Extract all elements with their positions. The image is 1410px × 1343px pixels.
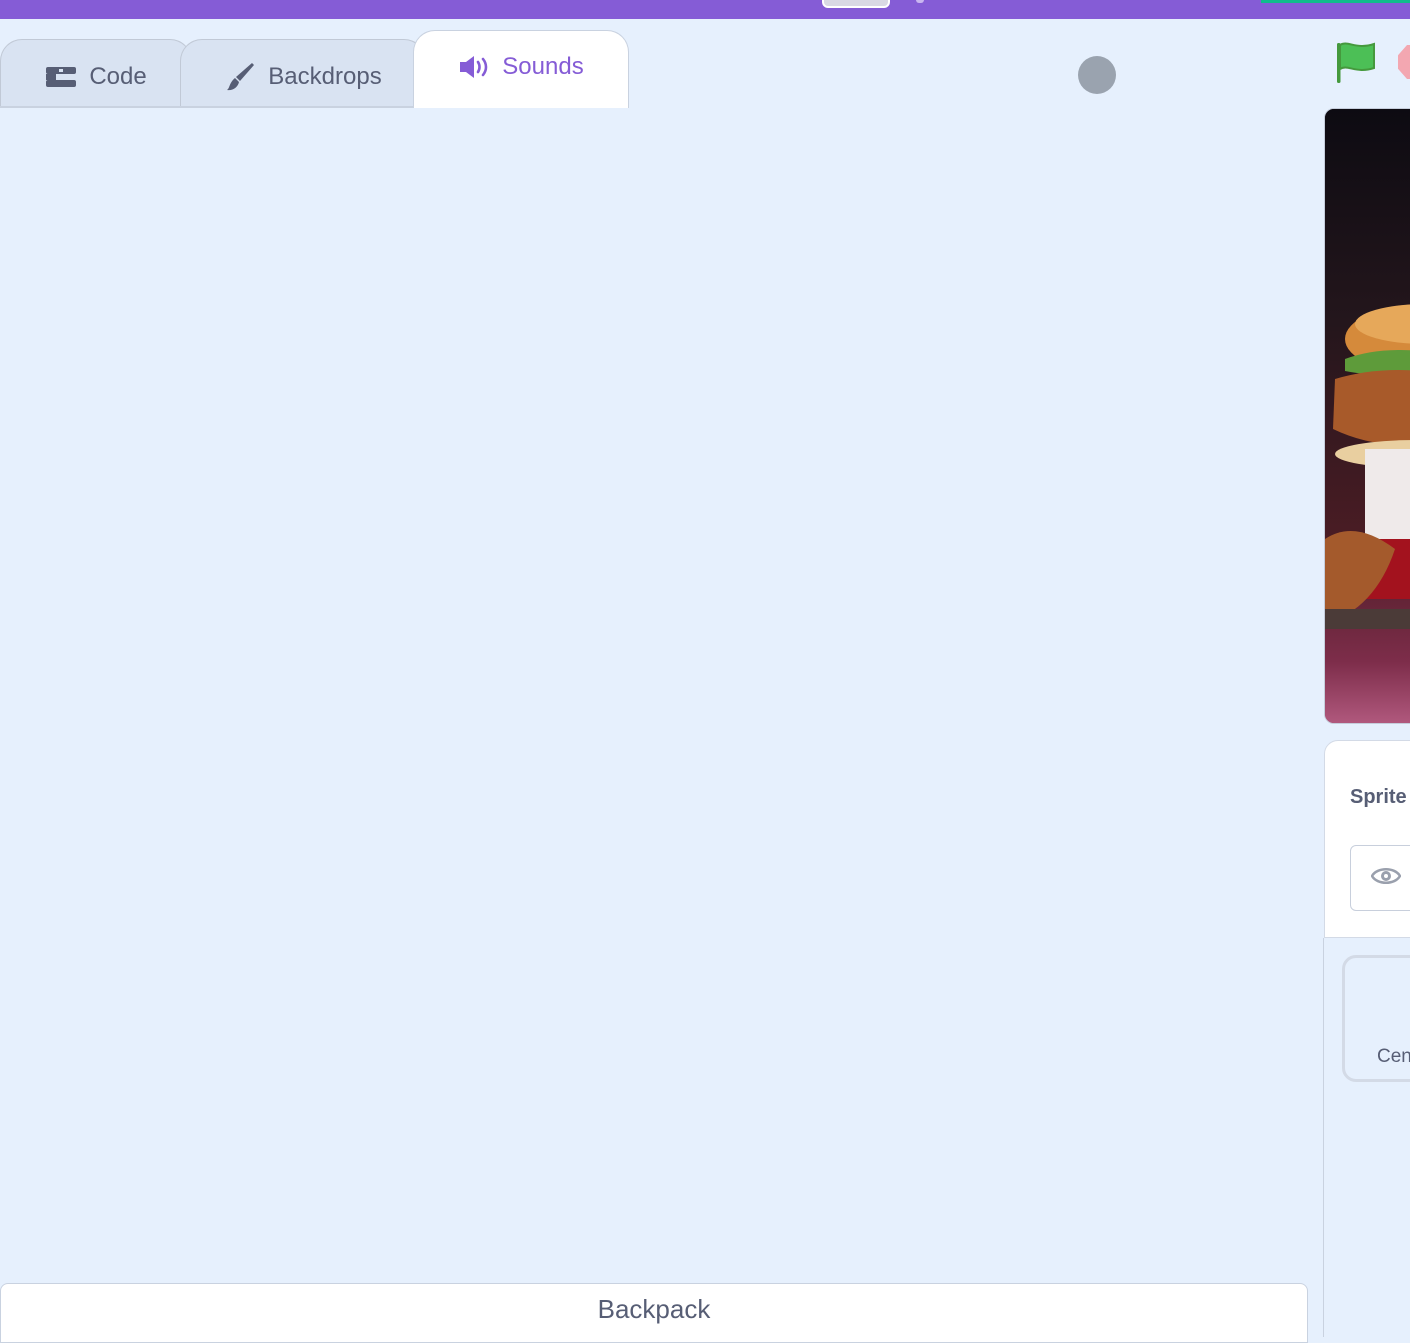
green-flag-icon[interactable] bbox=[1334, 40, 1378, 91]
tab-sounds[interactable]: Sounds bbox=[413, 30, 629, 108]
tab-backdrops[interactable]: Backdrops bbox=[180, 39, 426, 107]
share-button-edge[interactable] bbox=[1261, 0, 1410, 3]
tab-sounds-label: Sounds bbox=[502, 52, 584, 80]
avatar[interactable] bbox=[822, 0, 890, 8]
stage[interactable] bbox=[1324, 108, 1410, 724]
stop-icon[interactable] bbox=[1398, 45, 1410, 79]
show-sprite-toggle[interactable] bbox=[1350, 845, 1410, 911]
speaker-icon bbox=[458, 53, 490, 81]
stage-selector-caption: Cen bbox=[1377, 1046, 1410, 1067]
tab-code-label: Code bbox=[89, 62, 147, 90]
stage-backdrop-image bbox=[1325, 109, 1410, 723]
tab-code[interactable]: Code bbox=[0, 39, 192, 107]
stage-selector-card[interactable]: Cen bbox=[1342, 955, 1410, 1082]
eye-icon bbox=[1370, 865, 1402, 892]
code-blocks-icon bbox=[45, 65, 77, 89]
loading-indicator bbox=[1078, 56, 1116, 94]
column-divider bbox=[1323, 938, 1324, 1337]
sprite-label: Sprite bbox=[1350, 786, 1407, 808]
menu-bar-fragment bbox=[916, 0, 924, 3]
sprite-info-panel: Sprite bbox=[1324, 740, 1410, 938]
backpack-label: Backpack bbox=[597, 1294, 711, 1324]
menu-bar bbox=[0, 0, 1410, 19]
backpack[interactable]: Backpack bbox=[0, 1283, 1308, 1343]
tab-backdrops-label: Backdrops bbox=[268, 62, 382, 90]
panel-divider bbox=[1324, 937, 1410, 938]
paintbrush-icon bbox=[224, 61, 256, 93]
